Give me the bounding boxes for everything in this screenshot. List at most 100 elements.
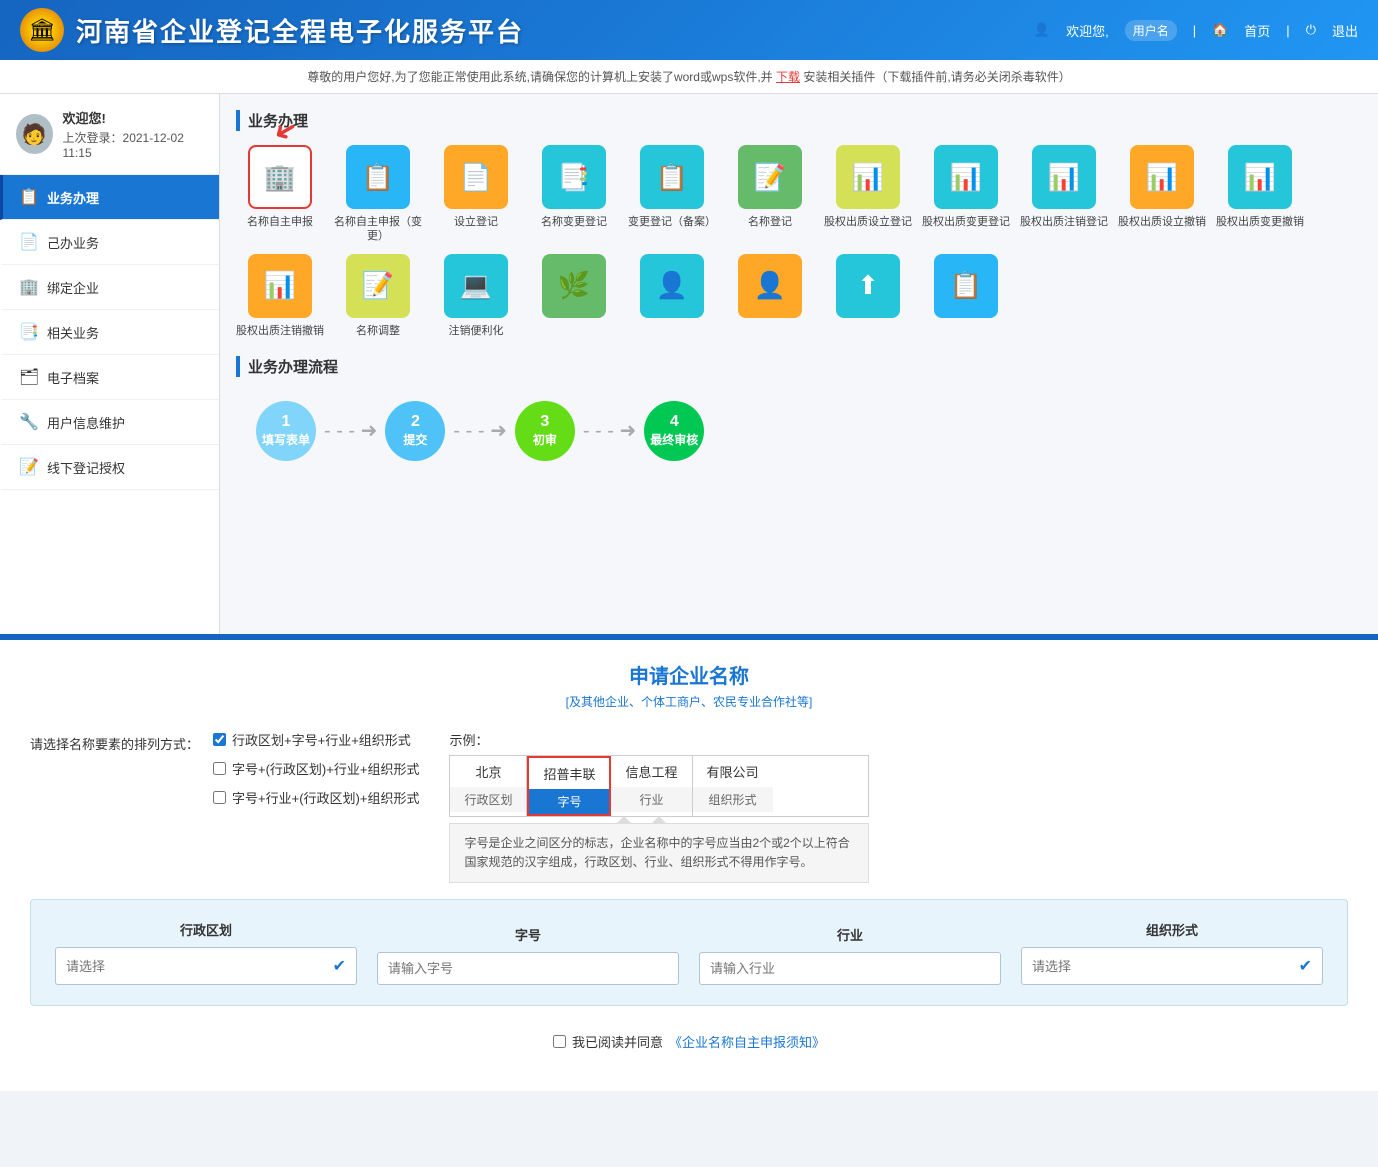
biz-icon-teal2: 👤 (640, 254, 704, 318)
agreement-link[interactable]: 《企业名称自主申报须知》 (669, 1032, 825, 1051)
biz-item-equity-cancel[interactable]: 📊 股权出质注销登记 (1020, 145, 1108, 244)
flow-circle-2: 2 提交 (385, 401, 445, 461)
sidebar-menu: 📋 业务办理 📄 己办业务 🏢 绑定企业 📑 相关业务 🗂 电子档案 🔧 (0, 175, 219, 490)
field-label-orgform: 组织形式 (1021, 920, 1323, 939)
biz-item-name-apply[interactable]: 🏢 名称自主申报 (236, 145, 324, 244)
region-input[interactable] (66, 959, 333, 974)
separator2: | (1286, 23, 1289, 38)
sidebar-item-bind[interactable]: 🏢 绑定企业 (0, 265, 219, 310)
biz-icon-name-only: 📝 (738, 145, 802, 209)
biz-label: 注销便利化 (449, 324, 504, 338)
biz-grid: 🏢 名称自主申报 📋 名称自主申报（变更） 📄 (236, 145, 1348, 338)
orgform-select-icon: ✔ (1299, 956, 1312, 976)
biz-item-change-reg[interactable]: 📋 变更登记（备案） (628, 145, 716, 244)
example-top-industry: 信息工程 (611, 756, 691, 787)
radio-option-2-label: 字号+(行政区划)+行业+组织形式 (232, 759, 419, 778)
flow-arrow-2: - - - ➜ (453, 418, 506, 443)
flow-circle-4: 4 最终审核 (644, 401, 704, 461)
tooltip-arrow (617, 816, 631, 823)
field-input-region[interactable]: ✔ (55, 947, 357, 985)
flow-step-3: 3 初审 (515, 401, 575, 461)
biz-item-equity-rev-chg[interactable]: 📊 股权出质变更撤销 (1216, 145, 1304, 244)
biz-item-equity-est[interactable]: 📊 股权出质设立登记 (824, 145, 912, 244)
sidebar-item-userinfo[interactable]: 🔧 用户信息维护 (0, 400, 219, 445)
radio-option-1[interactable]: 行政区划+字号+行业+组织形式 (213, 730, 419, 749)
form-subtitle: [及其他企业、个体工商户、农民专业合作社等] (30, 693, 1348, 710)
home-link[interactable]: 首页 (1244, 21, 1270, 40)
orgform-input[interactable] (1032, 959, 1299, 974)
biz-item-equity-rev-can[interactable]: 📊 股权出质注销撤销 (236, 254, 324, 338)
biz-item-establish[interactable]: 📄 设立登记 (432, 145, 520, 244)
flow-circle-3: 3 初审 (515, 401, 575, 461)
agreement-checkbox[interactable] (553, 1035, 566, 1048)
biz-item-name-reg[interactable]: 📑 名称变更登记 (530, 145, 618, 244)
biz-item-name-adj[interactable]: 📝 名称调整 (334, 254, 422, 338)
sort-section: 请选择名称要素的排列方式： 行政区划+字号+行业+组织形式 字号+(行政区划)+… (30, 730, 419, 807)
biz-item-teal4[interactable]: ⬆ (824, 254, 912, 338)
checkbox-3[interactable] (213, 791, 226, 804)
sidebar-item-archive[interactable]: 🗂 电子档案 (0, 355, 219, 400)
field-input-orgform[interactable]: ✔ (1021, 947, 1323, 985)
agreement-section: 我已阅读并同意 《企业名称自主申报须知》 (30, 1022, 1348, 1061)
form-title: 申请企业名称 (30, 660, 1348, 689)
example-boxes: 北京 行政区划 招普丰联 字号 信息工程 行业 有限公司 组织形式 (449, 755, 869, 817)
separator1: | (1193, 23, 1196, 38)
example-bot-org: 组织形式 (693, 787, 773, 812)
flow-step-2: 2 提交 (385, 401, 445, 461)
radio-option-3[interactable]: 字号+行业+(行政区划)+组织形式 (213, 788, 419, 807)
sidebar-item-related[interactable]: 📑 相关业务 (0, 310, 219, 355)
done-icon: 📄 (19, 232, 39, 252)
biz-item-green1[interactable]: 🌿 (530, 254, 618, 338)
biz-item-name-change[interactable]: 📋 名称自主申报（变更） (334, 145, 422, 244)
biz-label: 股权出质注销撤销 (236, 324, 324, 338)
header-right: 👤 欢迎您, 用户名 | 🏠 首页 | ⏻ 退出 (1034, 20, 1358, 41)
sidebar-item-offline[interactable]: 📝 线下登记授权 (0, 445, 219, 490)
field-input-zihao[interactable] (377, 952, 679, 985)
sidebar-item-label: 业务办理 (47, 188, 99, 207)
field-group-industry: 行业 (699, 925, 1001, 985)
industry-input[interactable] (710, 961, 990, 976)
biz-icon-equity-rev-can: 📊 (248, 254, 312, 318)
content-area: 业务办理 ➜ 🏢 名称自主申报 📋 (220, 94, 1378, 634)
sidebar-item-label: 线下登记授权 (47, 458, 125, 477)
username-text: 用户名 (1125, 20, 1177, 41)
field-input-industry[interactable] (699, 952, 1001, 985)
radio-option-2[interactable]: 字号+(行政区划)+行业+组织形式 (213, 759, 419, 778)
biz-item-teal2[interactable]: 👤 (628, 254, 716, 338)
bizhandle-icon: 📋 (19, 187, 39, 207)
checkbox-1[interactable] (213, 733, 226, 746)
biz-item-equity-rev-est[interactable]: 📊 股权出质设立撤销 (1118, 145, 1206, 244)
field-label-industry: 行业 (699, 925, 1001, 944)
example-box-org: 有限公司 组织形式 (693, 756, 773, 816)
checkbox-2[interactable] (213, 762, 226, 775)
field-label-zihao: 字号 (377, 925, 679, 944)
logout-icon: ⏻ (1306, 22, 1316, 38)
fields-row: 行政区划 ✔ 字号 行业 组织形 (55, 920, 1323, 985)
logout-link[interactable]: 退出 (1332, 21, 1358, 40)
agreement-label[interactable]: 我已阅读并同意 《企业名称自主申报须知》 (40, 1032, 1338, 1051)
content-wrapper: 业务办理 ➜ 🏢 名称自主申报 📋 (236, 110, 1362, 471)
biz-label: 股权出质设立登记 (824, 215, 912, 229)
archive-icon: 🗂 (19, 367, 39, 387)
form-subtitle-link[interactable]: [及其他企业、个体工商户、农民专业合作社等] (566, 695, 813, 709)
sidebar-item-done[interactable]: 📄 己办业务 (0, 220, 219, 265)
download-link[interactable]: 下载 (776, 70, 800, 84)
biz-item-name-only[interactable]: 📝 名称登记 (726, 145, 814, 244)
biz-item-equity-chg[interactable]: 📊 股权出质变更登记 (922, 145, 1010, 244)
header: 🏛 河南省企业登记全程电子化服务平台 👤 欢迎您, 用户名 | 🏠 首页 | ⏻… (0, 0, 1378, 60)
biz-icon-name-change: 📋 (346, 145, 410, 209)
flow-circle-1: 1 填写表单 (256, 401, 316, 461)
flow-section: 业务办理流程 1 填写表单 - - - ➜ 2 提交 (236, 356, 1348, 471)
biz-item-orange3[interactable]: 👤 (726, 254, 814, 338)
biz-item-logout-easy[interactable]: 💻 注销便利化 (432, 254, 520, 338)
sort-example-row: 请选择名称要素的排列方式： 行政区划+字号+行业+组织形式 字号+(行政区划)+… (30, 730, 1348, 883)
biz-icon-name-adj: 📝 (346, 254, 410, 318)
example-bot-beijing: 行政区划 (450, 787, 526, 812)
sidebar-item-bizhandle[interactable]: 📋 业务办理 (0, 175, 219, 220)
main-layout: 🧑 欢迎您! 上次登录：2021-12-02 11:15 📋 业务办理 📄 己办… (0, 94, 1378, 634)
zihao-input[interactable] (388, 961, 668, 976)
example-bot-industry: 行业 (611, 787, 691, 812)
biz-item-blue5[interactable]: 📋 (922, 254, 1010, 338)
header-left: 🏛 河南省企业登记全程电子化服务平台 (20, 8, 524, 52)
offline-icon: 📝 (19, 457, 39, 477)
